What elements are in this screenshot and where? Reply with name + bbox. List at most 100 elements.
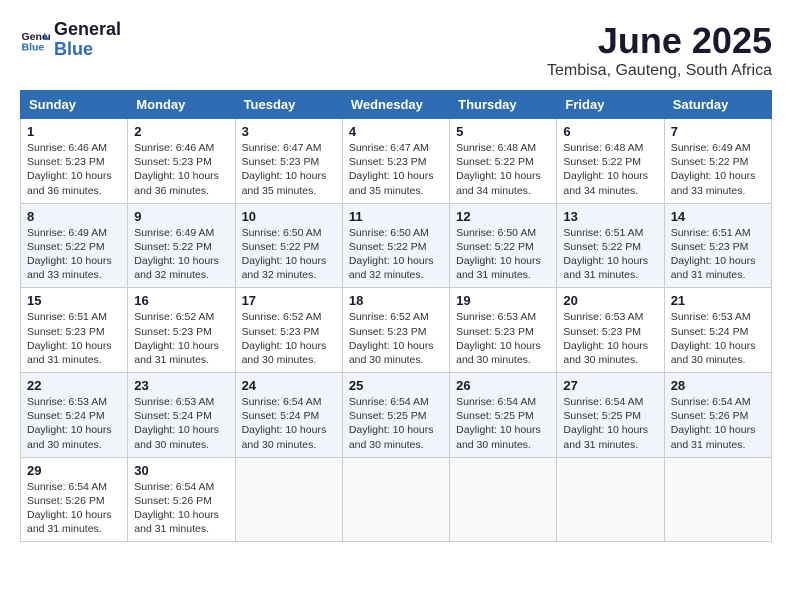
table-cell: 8 Sunrise: 6:49 AM Sunset: 5:22 PM Dayli… [21,203,128,288]
table-cell: 18 Sunrise: 6:52 AM Sunset: 5:23 PM Dayl… [342,288,449,373]
table-cell: 22 Sunrise: 6:53 AM Sunset: 5:24 PM Dayl… [21,373,128,458]
day-number: 27 [563,378,657,393]
page-header: General Blue General Blue June 2025 Temb… [20,20,772,80]
table-cell [235,457,342,542]
day-info: Sunrise: 6:48 AM Sunset: 5:22 PM Dayligh… [563,141,657,198]
day-info: Sunrise: 6:51 AM Sunset: 5:23 PM Dayligh… [27,310,121,367]
logo-icon: General Blue [20,25,50,55]
day-info: Sunrise: 6:46 AM Sunset: 5:23 PM Dayligh… [27,141,121,198]
day-info: Sunrise: 6:49 AM Sunset: 5:22 PM Dayligh… [134,226,228,283]
day-info: Sunrise: 6:53 AM Sunset: 5:24 PM Dayligh… [134,395,228,452]
day-number: 7 [671,124,765,139]
month-title: June 2025 [547,20,772,62]
table-cell: 17 Sunrise: 6:52 AM Sunset: 5:23 PM Dayl… [235,288,342,373]
table-cell: 12 Sunrise: 6:50 AM Sunset: 5:22 PM Dayl… [450,203,557,288]
day-info: Sunrise: 6:47 AM Sunset: 5:23 PM Dayligh… [349,141,443,198]
table-cell: 1 Sunrise: 6:46 AM Sunset: 5:23 PM Dayli… [21,119,128,204]
calendar-header-row: Sunday Monday Tuesday Wednesday Thursday… [21,91,772,119]
day-number: 9 [134,209,228,224]
day-number: 28 [671,378,765,393]
title-block: June 2025 Tembisa, Gauteng, South Africa [547,20,772,80]
col-wednesday: Wednesday [342,91,449,119]
day-info: Sunrise: 6:54 AM Sunset: 5:26 PM Dayligh… [27,480,121,537]
day-number: 8 [27,209,121,224]
day-info: Sunrise: 6:54 AM Sunset: 5:26 PM Dayligh… [134,480,228,537]
day-info: Sunrise: 6:49 AM Sunset: 5:22 PM Dayligh… [27,226,121,283]
day-info: Sunrise: 6:51 AM Sunset: 5:23 PM Dayligh… [671,226,765,283]
day-info: Sunrise: 6:46 AM Sunset: 5:23 PM Dayligh… [134,141,228,198]
table-cell: 7 Sunrise: 6:49 AM Sunset: 5:22 PM Dayli… [664,119,771,204]
day-number: 6 [563,124,657,139]
day-info: Sunrise: 6:54 AM Sunset: 5:26 PM Dayligh… [671,395,765,452]
table-cell [557,457,664,542]
table-cell: 14 Sunrise: 6:51 AM Sunset: 5:23 PM Dayl… [664,203,771,288]
calendar-row: 8 Sunrise: 6:49 AM Sunset: 5:22 PM Dayli… [21,203,772,288]
day-number: 16 [134,293,228,308]
logo-line1: General [54,20,121,40]
table-cell: 4 Sunrise: 6:47 AM Sunset: 5:23 PM Dayli… [342,119,449,204]
day-number: 4 [349,124,443,139]
col-saturday: Saturday [664,91,771,119]
col-monday: Monday [128,91,235,119]
day-number: 3 [242,124,336,139]
day-info: Sunrise: 6:52 AM Sunset: 5:23 PM Dayligh… [242,310,336,367]
calendar-row: 22 Sunrise: 6:53 AM Sunset: 5:24 PM Dayl… [21,373,772,458]
day-number: 12 [456,209,550,224]
logo: General Blue General Blue [20,20,121,60]
table-cell: 9 Sunrise: 6:49 AM Sunset: 5:22 PM Dayli… [128,203,235,288]
day-number: 21 [671,293,765,308]
day-info: Sunrise: 6:50 AM Sunset: 5:22 PM Dayligh… [242,226,336,283]
calendar-table: Sunday Monday Tuesday Wednesday Thursday… [20,90,772,542]
day-info: Sunrise: 6:53 AM Sunset: 5:23 PM Dayligh… [456,310,550,367]
day-number: 19 [456,293,550,308]
location-title: Tembisa, Gauteng, South Africa [547,62,772,80]
table-cell: 2 Sunrise: 6:46 AM Sunset: 5:23 PM Dayli… [128,119,235,204]
col-friday: Friday [557,91,664,119]
day-info: Sunrise: 6:54 AM Sunset: 5:24 PM Dayligh… [242,395,336,452]
day-info: Sunrise: 6:53 AM Sunset: 5:24 PM Dayligh… [671,310,765,367]
day-info: Sunrise: 6:50 AM Sunset: 5:22 PM Dayligh… [456,226,550,283]
table-cell [450,457,557,542]
table-cell: 20 Sunrise: 6:53 AM Sunset: 5:23 PM Dayl… [557,288,664,373]
col-thursday: Thursday [450,91,557,119]
day-number: 22 [27,378,121,393]
day-info: Sunrise: 6:53 AM Sunset: 5:24 PM Dayligh… [27,395,121,452]
day-number: 18 [349,293,443,308]
day-info: Sunrise: 6:54 AM Sunset: 5:25 PM Dayligh… [456,395,550,452]
day-number: 25 [349,378,443,393]
table-cell: 11 Sunrise: 6:50 AM Sunset: 5:22 PM Dayl… [342,203,449,288]
table-cell: 15 Sunrise: 6:51 AM Sunset: 5:23 PM Dayl… [21,288,128,373]
day-number: 29 [27,463,121,478]
day-info: Sunrise: 6:50 AM Sunset: 5:22 PM Dayligh… [349,226,443,283]
table-cell: 27 Sunrise: 6:54 AM Sunset: 5:25 PM Dayl… [557,373,664,458]
day-number: 26 [456,378,550,393]
table-cell: 26 Sunrise: 6:54 AM Sunset: 5:25 PM Dayl… [450,373,557,458]
day-info: Sunrise: 6:52 AM Sunset: 5:23 PM Dayligh… [349,310,443,367]
day-number: 2 [134,124,228,139]
logo-line2: Blue [54,40,121,60]
day-number: 14 [671,209,765,224]
day-number: 17 [242,293,336,308]
calendar-row: 1 Sunrise: 6:46 AM Sunset: 5:23 PM Dayli… [21,119,772,204]
table-cell: 30 Sunrise: 6:54 AM Sunset: 5:26 PM Dayl… [128,457,235,542]
day-number: 5 [456,124,550,139]
table-cell: 10 Sunrise: 6:50 AM Sunset: 5:22 PM Dayl… [235,203,342,288]
day-info: Sunrise: 6:54 AM Sunset: 5:25 PM Dayligh… [563,395,657,452]
calendar-row: 15 Sunrise: 6:51 AM Sunset: 5:23 PM Dayl… [21,288,772,373]
calendar-row: 29 Sunrise: 6:54 AM Sunset: 5:26 PM Dayl… [21,457,772,542]
table-cell: 19 Sunrise: 6:53 AM Sunset: 5:23 PM Dayl… [450,288,557,373]
table-cell [342,457,449,542]
day-info: Sunrise: 6:52 AM Sunset: 5:23 PM Dayligh… [134,310,228,367]
day-info: Sunrise: 6:54 AM Sunset: 5:25 PM Dayligh… [349,395,443,452]
day-info: Sunrise: 6:48 AM Sunset: 5:22 PM Dayligh… [456,141,550,198]
day-info: Sunrise: 6:49 AM Sunset: 5:22 PM Dayligh… [671,141,765,198]
day-number: 15 [27,293,121,308]
table-cell: 29 Sunrise: 6:54 AM Sunset: 5:26 PM Dayl… [21,457,128,542]
col-sunday: Sunday [21,91,128,119]
svg-text:Blue: Blue [22,41,45,53]
table-cell [664,457,771,542]
table-cell: 3 Sunrise: 6:47 AM Sunset: 5:23 PM Dayli… [235,119,342,204]
day-number: 1 [27,124,121,139]
day-number: 20 [563,293,657,308]
table-cell: 6 Sunrise: 6:48 AM Sunset: 5:22 PM Dayli… [557,119,664,204]
